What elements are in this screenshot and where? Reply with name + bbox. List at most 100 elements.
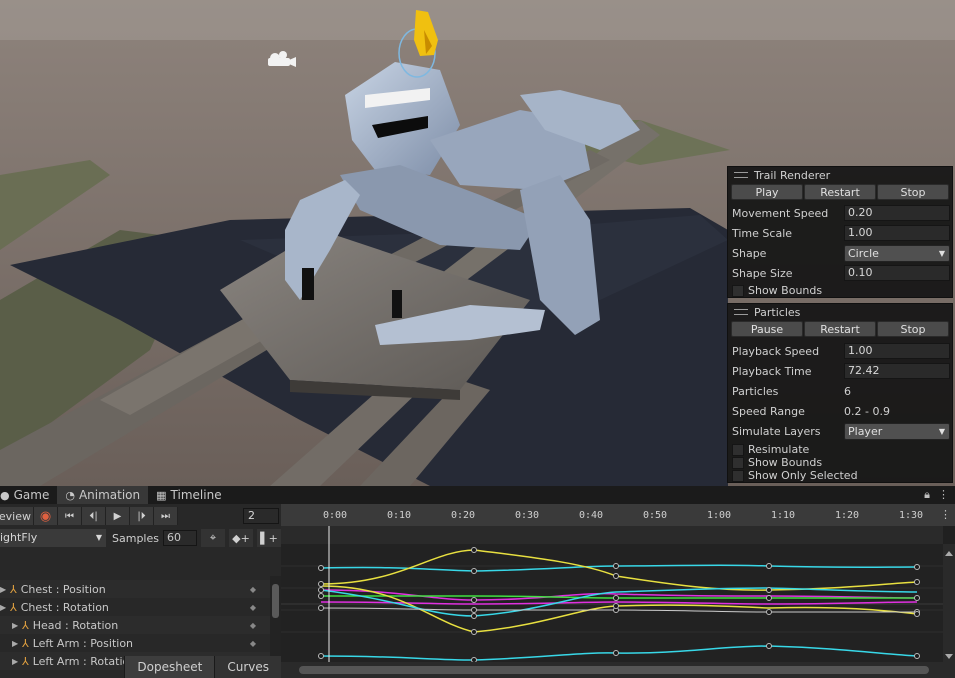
table-row[interactable]: ▶ ⅄ Chest : Position ◆: [0, 580, 270, 598]
first-keyframe-button[interactable]: ⏮: [58, 507, 82, 525]
add-keyframe-button[interactable]: ◆+: [228, 529, 253, 547]
simulate-layers-label: Simulate Layers: [732, 424, 821, 438]
step-forward-icon: |⏵︎: [137, 510, 146, 522]
keyframe-dot-icon[interactable]: ◆: [250, 639, 256, 648]
chevron-down-icon: ▼: [938, 248, 945, 258]
particles-show-bounds-label: Show Bounds: [748, 456, 823, 469]
particles-restart-button[interactable]: Restart: [804, 321, 876, 337]
drag-grip-icon[interactable]: [734, 309, 748, 315]
crosshair-icon: ⌖: [209, 531, 217, 544]
add-keyframe-icon: ◆+: [232, 531, 250, 545]
shape-dropdown[interactable]: Circle ▼: [844, 244, 950, 262]
clip-name: ightFly: [0, 531, 38, 544]
expand-arrow-icon[interactable]: ▶: [12, 639, 22, 648]
shape-label: Shape: [732, 246, 767, 260]
playback-time-field[interactable]: 72.42: [844, 363, 950, 379]
prev-keyframe-button[interactable]: ⏴︎|: [82, 507, 106, 525]
trail-play-button[interactable]: Play: [731, 184, 803, 200]
show-bounds-label: Show Bounds: [748, 284, 823, 297]
resimulate-label: Resimulate: [748, 443, 810, 456]
clip-controls: ightFly ▼ Samples 60 ⌖ ◆+ ▌+: [0, 528, 281, 548]
scrollbar-thumb[interactable]: [272, 584, 279, 618]
horizontal-scrollbar[interactable]: [281, 662, 955, 678]
table-row[interactable]: ▶ ⅄ Chest : Rotation ◆: [0, 598, 270, 616]
curve-plot[interactable]: [281, 526, 955, 662]
samples-field[interactable]: 60: [162, 530, 197, 546]
record-button[interactable]: ◉: [34, 507, 58, 525]
shape-size-field[interactable]: 0.10: [844, 265, 950, 281]
preview-button[interactable]: eview: [0, 507, 34, 525]
ruler-tick: 0:00: [323, 510, 348, 521]
particles-stop-button[interactable]: Stop: [877, 321, 949, 337]
trail-renderer-header[interactable]: Trail Renderer: [728, 167, 952, 183]
lock-icon[interactable]: 🔒︎: [924, 488, 930, 502]
property-list-scrollbar[interactable]: [270, 576, 281, 668]
time-scale-label: Time Scale: [732, 226, 793, 240]
shape-value: Circle: [848, 246, 879, 260]
trail-stop-button[interactable]: Stop: [877, 184, 949, 200]
trail-renderer-panel: Trail Renderer Play Restart Stop Movemen…: [727, 166, 953, 298]
simulate-layers-dropdown[interactable]: Player ▼: [844, 422, 950, 440]
particles-title: Particles: [754, 305, 801, 319]
preview-label: eview: [0, 509, 31, 523]
chevron-down-icon: ▼: [95, 533, 102, 542]
last-keyframe-button[interactable]: ⏭: [154, 507, 178, 525]
speed-range-label: Speed Range: [732, 404, 805, 418]
show-bounds-checkbox[interactable]: [732, 284, 744, 297]
kebab-menu-icon[interactable]: ⋮: [938, 488, 949, 502]
scrollbar-thumb[interactable]: [299, 666, 929, 674]
frame-field[interactable]: 2: [243, 508, 279, 524]
animation-window: ● Game ◔ Animation ▦ Timeline 🔒︎ ⋮ eview…: [0, 486, 955, 678]
transform-icon: ⅄: [22, 636, 29, 650]
next-keyframe-button[interactable]: |⏵︎: [130, 507, 154, 525]
particles-count-value: 6: [844, 384, 851, 398]
skip-start-icon: ⏮: [65, 510, 74, 522]
transform-icon: ⅄: [22, 618, 29, 632]
chevron-down-icon: ▼: [938, 426, 945, 436]
kebab-menu-icon[interactable]: ⋮: [940, 508, 951, 521]
particles-show-bounds-checkbox[interactable]: [732, 456, 744, 469]
expand-arrow-icon[interactable]: ▶: [0, 603, 10, 612]
time-scale-field[interactable]: 1.00: [844, 225, 950, 241]
tab-timeline-label: Timeline: [170, 488, 222, 502]
ruler-tick: 0:40: [579, 510, 604, 521]
samples-label: Samples: [112, 531, 159, 545]
curve-editor[interactable]: 0:00 0:10 0:20 0:30 0:40 0:50 1:00 1:10 …: [281, 504, 955, 678]
ruler-tick: 0:50: [643, 510, 668, 521]
view-mode-tabs: Dopesheet Curves: [0, 656, 281, 678]
expand-arrow-icon[interactable]: ▶: [0, 585, 10, 594]
filter-keyframes-button[interactable]: ⌖: [200, 529, 225, 547]
movement-speed-label: Movement Speed: [732, 206, 829, 220]
keyframe-dot-icon[interactable]: ◆: [250, 603, 256, 612]
ruler-tick: 0:30: [515, 510, 540, 521]
tab-curves[interactable]: Curves: [214, 656, 281, 678]
property-label: Left Arm : Position: [32, 636, 134, 650]
keyframe-dot-icon[interactable]: ◆: [250, 621, 256, 630]
particles-header[interactable]: Particles: [728, 304, 952, 320]
clip-dropdown[interactable]: ightFly ▼: [0, 529, 106, 547]
scene-view[interactable]: Trail Renderer Play Restart Stop Movemen…: [0, 0, 955, 486]
add-event-button[interactable]: ▌+: [256, 529, 281, 547]
movement-speed-field[interactable]: 0.20: [844, 205, 950, 221]
tab-bar: ● Game ◔ Animation ▦ Timeline 🔒︎ ⋮: [0, 486, 955, 504]
table-row[interactable]: ▶ ⅄ Left Arm : Position ◆: [0, 634, 270, 652]
tab-dopesheet[interactable]: Dopesheet: [124, 656, 215, 678]
trail-restart-button[interactable]: Restart: [804, 184, 876, 200]
tab-timeline[interactable]: ▦ Timeline: [148, 486, 229, 504]
speed-range-value: 0.2 - 0.9: [844, 404, 890, 418]
tab-game[interactable]: ● Game: [0, 486, 57, 504]
tab-animation[interactable]: ◔ Animation: [57, 486, 149, 504]
ruler-tick: 0:10: [387, 510, 412, 521]
expand-arrow-icon[interactable]: ▶: [12, 621, 22, 630]
resimulate-checkbox[interactable]: [732, 443, 744, 456]
playback-speed-field[interactable]: 1.00: [844, 343, 950, 359]
show-only-selected-checkbox[interactable]: [732, 469, 744, 482]
skip-end-icon: ⏭: [161, 510, 170, 522]
keyframe-dot-icon[interactable]: ◆: [250, 585, 256, 594]
tab-game-label: Game: [13, 488, 50, 502]
particles-pause-button[interactable]: Pause: [731, 321, 803, 337]
drag-grip-icon[interactable]: [734, 172, 748, 178]
timeline-ruler[interactable]: 0:00 0:10 0:20 0:30 0:40 0:50 1:00 1:10 …: [281, 504, 955, 526]
table-row[interactable]: ▶ ⅄ Head : Rotation ◆: [0, 616, 270, 634]
play-button[interactable]: ▶: [106, 507, 130, 525]
